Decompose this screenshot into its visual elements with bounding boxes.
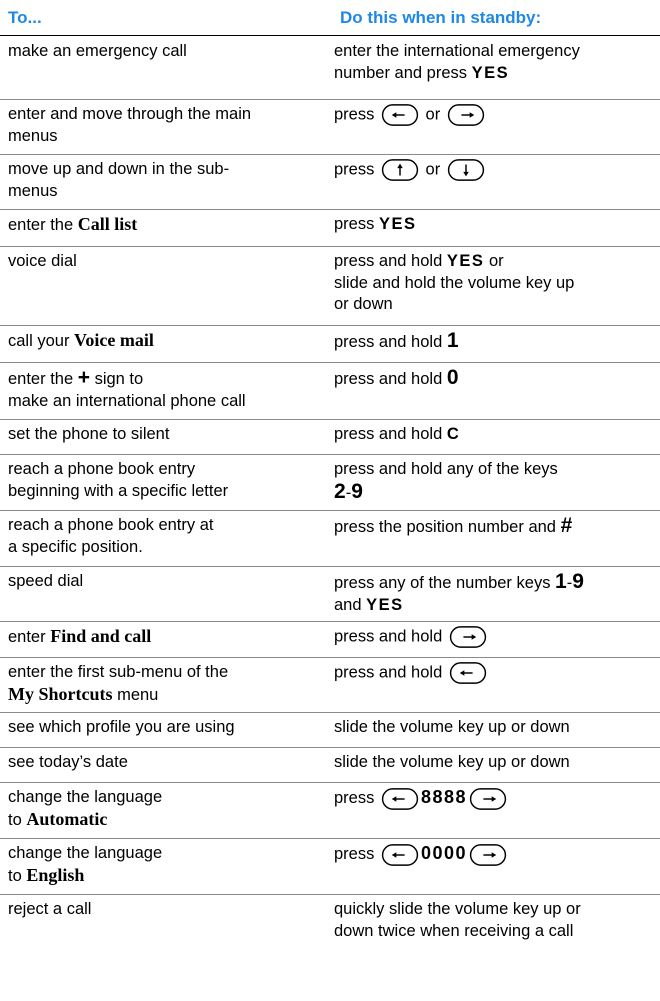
action-cell: enter the first sub-menu of the My Shortc… [8, 663, 229, 704]
instruction-cell: enter the international emergency number… [334, 42, 580, 82]
action-cell: enter and move through the main menus [8, 105, 252, 145]
table-row: enter the first sub-menu of the My Shortc… [0, 658, 660, 713]
action-cell: call your Voice mail [8, 330, 154, 350]
action-cell: move up and down in the sub-menus [8, 160, 230, 200]
instruction-cell: press and hold any of the keys 2-9 [334, 460, 558, 503]
down-arrow-key-icon [447, 159, 485, 181]
table-header: To... Do this when in standby: [0, 0, 660, 36]
table-row: enter the + sign to make an internationa… [0, 363, 660, 420]
header-col-to: To... [8, 8, 42, 27]
table-row: enter Find and call press and hold [0, 622, 660, 658]
table-row: make an emergency call enter the interna… [0, 37, 660, 100]
header-col-do-this: Do this when in standby: [340, 8, 542, 27]
table-row: reach a phone book entry at a specific po… [0, 511, 660, 567]
instruction-cell: press the position number and # [334, 514, 573, 537]
right-arrow-key-icon [447, 104, 485, 126]
action-cell: speed dial [8, 572, 84, 590]
instruction-cell: press any of the number keys 1-9 and YES [334, 570, 584, 614]
table-row: voice dial press and hold YES or slide a… [0, 247, 660, 326]
table-row: see today’s date slide the volume key up… [0, 748, 660, 783]
left-arrow-key-icon [381, 844, 419, 866]
table-row: speed dial press any of the number keys … [0, 567, 660, 622]
table-row: reach a phone book entry beginning with a… [0, 455, 660, 511]
table-row: set the phone to silent press and hold C [0, 420, 660, 455]
instruction-cell: press and hold 0 [334, 366, 459, 389]
right-arrow-key-icon [469, 788, 507, 810]
action-cell: reach a phone book entry at a specific po… [8, 516, 214, 556]
instruction-cell: press or [334, 104, 654, 126]
action-cell: change the language to English [8, 844, 163, 885]
action-cell: reach a phone book entry beginning with a… [8, 460, 229, 500]
instruction-cell: press or [334, 159, 654, 181]
table-row: see which profile you are using slide th… [0, 713, 660, 748]
table-row: move up and down in the sub-menus press … [0, 155, 660, 210]
instruction-cell: press 0000 [334, 843, 654, 866]
shortcut-table: make an emergency call enter the interna… [0, 37, 660, 953]
instruction-cell: press and hold 1 [334, 329, 459, 352]
action-cell: reject a call [8, 900, 92, 918]
right-arrow-key-icon [449, 626, 487, 648]
action-cell: see today’s date [8, 753, 128, 771]
table-row: enter the Call list press YES [0, 210, 660, 247]
action-cell: set the phone to silent [8, 425, 170, 443]
action-cell: see which profile you are using [8, 718, 235, 736]
up-arrow-key-icon [381, 159, 419, 181]
table-row: change the language to Automatic press 88… [0, 783, 660, 839]
action-cell: enter the Call list [8, 214, 138, 234]
right-arrow-key-icon [469, 844, 507, 866]
instruction-cell: slide the volume key up or down [334, 753, 570, 771]
action-cell: enter the + sign to make an internationa… [8, 366, 246, 410]
instruction-cell: quickly slide the volume key up or down t… [334, 900, 581, 940]
left-arrow-key-icon [381, 104, 419, 126]
action-cell: enter Find and call [8, 626, 152, 646]
instruction-cell: press and hold [334, 626, 654, 648]
table-row: enter and move through the main menus pre… [0, 100, 660, 155]
action-cell: make an emergency call [8, 42, 187, 60]
action-cell: change the language to Automatic [8, 788, 163, 829]
left-arrow-key-icon [449, 662, 487, 684]
table-row: reject a call quickly slide the volume k… [0, 895, 660, 953]
instruction-cell: slide the volume key up or down [334, 718, 570, 736]
instruction-cell: press and hold C [334, 425, 461, 443]
action-cell: voice dial [8, 252, 77, 270]
instruction-cell: press 8888 [334, 787, 654, 810]
table-row: call your Voice mail press and hold 1 [0, 326, 660, 363]
instruction-cell: press and hold [334, 662, 654, 684]
instruction-cell: press and hold YES or slide and hold the… [334, 252, 575, 313]
instruction-cell: press YES [334, 215, 417, 233]
yes-key-label: YES [471, 63, 510, 82]
left-arrow-key-icon [381, 788, 419, 810]
table-row: change the language to English press 0000 [0, 839, 660, 895]
